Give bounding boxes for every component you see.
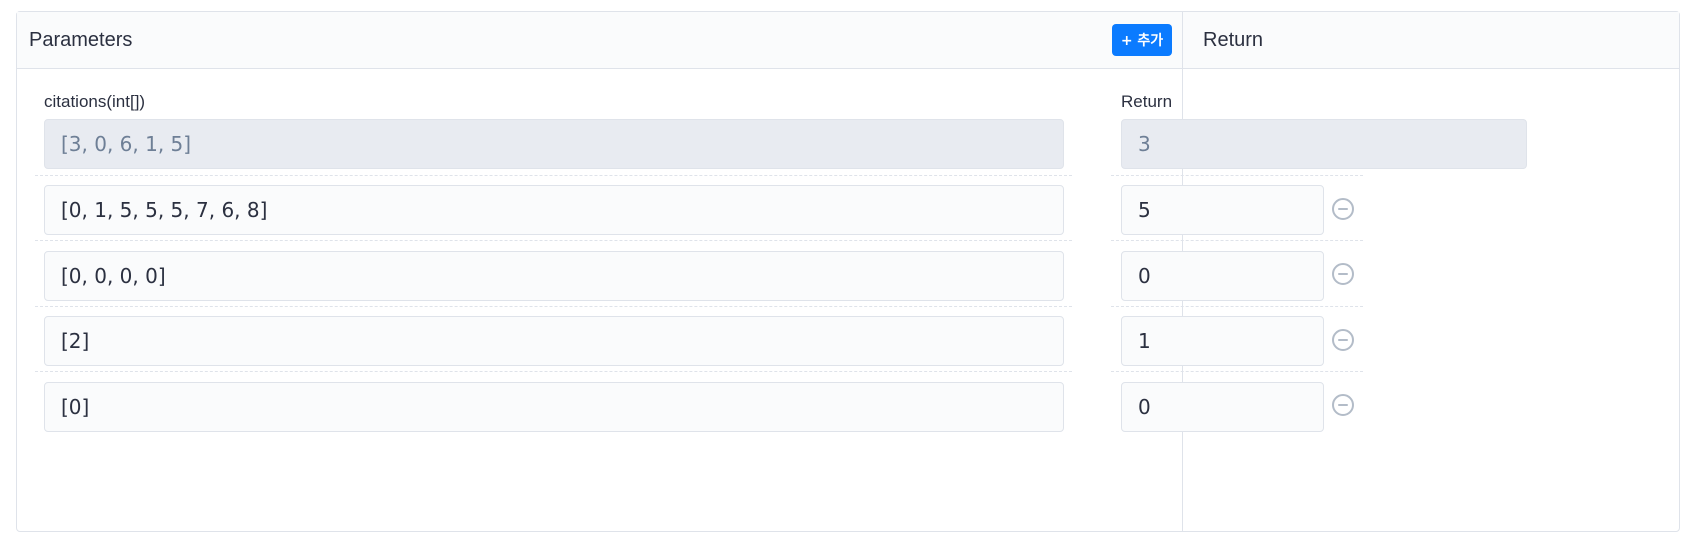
minus-circle-icon[interactable] bbox=[1332, 198, 1354, 220]
example-param-field: [3, 0, 6, 1, 5] bbox=[44, 119, 1064, 169]
return-label: Return bbox=[1121, 92, 1173, 111]
minus-circle-icon[interactable] bbox=[1332, 394, 1354, 416]
row-separator bbox=[35, 371, 1072, 372]
panel-header: Parameters + 추가 Return bbox=[17, 12, 1679, 69]
row-separator bbox=[1111, 306, 1363, 307]
return-input-1[interactable]: 5 bbox=[1121, 185, 1324, 235]
return-title: Return bbox=[1203, 29, 1264, 51]
row-separator bbox=[1111, 240, 1363, 241]
param-input-1[interactable]: [0, 1, 5, 5, 5, 7, 6, 8] bbox=[44, 185, 1064, 235]
add-test-case-button[interactable]: + 추가 bbox=[1112, 24, 1172, 56]
minus-circle-icon[interactable] bbox=[1332, 329, 1354, 351]
param-input-2[interactable]: [0, 0, 0, 0] bbox=[44, 251, 1064, 301]
row-separator bbox=[1111, 371, 1363, 372]
parameters-title: Parameters bbox=[29, 29, 133, 51]
param-input-3[interactable]: [2] bbox=[44, 316, 1064, 366]
minus-circle-icon[interactable] bbox=[1332, 263, 1354, 285]
return-input-3[interactable]: 1 bbox=[1121, 316, 1324, 366]
row-separator bbox=[35, 306, 1072, 307]
example-return-field: 3 bbox=[1121, 119, 1527, 169]
row-separator bbox=[35, 240, 1072, 241]
param-input-4[interactable]: [0] bbox=[44, 382, 1064, 432]
param-label: citations(int[]) bbox=[44, 92, 146, 111]
row-separator bbox=[35, 175, 1072, 176]
return-input-4[interactable]: 0 bbox=[1121, 382, 1324, 432]
test-case-panel: Parameters + 추가 Return citations(int[]) … bbox=[16, 11, 1680, 532]
return-input-2[interactable]: 0 bbox=[1121, 251, 1324, 301]
row-separator bbox=[1111, 175, 1363, 176]
